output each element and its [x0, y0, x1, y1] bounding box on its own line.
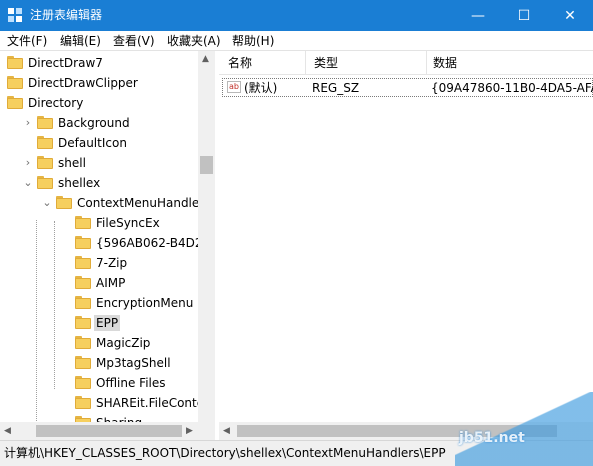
tree-item-label: EPP: [94, 315, 121, 331]
tree-horizontal-scroll-thumb[interactable]: [36, 425, 182, 437]
tree-item-label: Mp3tagShell: [96, 356, 171, 370]
tree-item[interactable]: Directory: [0, 93, 198, 113]
tree-vertical-scroll-thumb[interactable]: [200, 156, 213, 174]
minimize-button[interactable]: —: [455, 0, 501, 31]
menu-view[interactable]: 查看(V): [113, 33, 155, 49]
folder-icon: [7, 96, 23, 109]
folder-icon: [75, 396, 91, 409]
folder-icon: [7, 56, 23, 69]
registry-key-tree[interactable]: DirectDraw7 DirectDrawClipper Directory › Ba…: [0, 51, 215, 440]
folder-icon: [75, 276, 91, 289]
tree-item-label: DefaultIcon: [58, 136, 127, 150]
folder-icon: [75, 316, 91, 329]
tree-item-label: {596AB062-B4D2-42: [96, 236, 215, 250]
window-title: 注册表编辑器: [30, 8, 103, 22]
string-value-icon: ab: [227, 81, 241, 93]
tree-connector-line: [36, 220, 37, 425]
folder-icon: [37, 136, 53, 149]
column-data[interactable]: 数据: [433, 56, 457, 70]
tree-item-label: DirectDraw7: [28, 56, 103, 70]
tree-item-label: shellex: [58, 176, 101, 190]
tree-item-label: Directory: [28, 96, 84, 110]
watermark-text: jb51.net: [459, 430, 525, 446]
menu-help[interactable]: 帮助(H): [232, 33, 274, 49]
tree-item-label: AIMP: [96, 276, 126, 290]
tree-item[interactable]: DefaultIcon: [0, 133, 198, 153]
chevron-right-icon[interactable]: ›: [23, 156, 33, 170]
value-row[interactable]: ab (默认) REG_SZ {09A47860-11B0-4DA5-AFA: [222, 78, 593, 97]
column-divider[interactable]: [426, 51, 427, 75]
value-type: REG_SZ: [312, 81, 360, 95]
column-divider[interactable]: [305, 51, 306, 75]
tree-item[interactable]: SHAREit.FileContextM: [0, 393, 214, 413]
registry-editor-icon: [8, 8, 22, 22]
current-key-path: 计算机\HKEY_CLASSES_ROOT\Directory\shellex\…: [4, 446, 446, 460]
folder-icon: [7, 76, 23, 89]
values-pane[interactable]: 名称 类型 数据 ab (默认) REG_SZ {09A47860-11B0-4…: [219, 51, 593, 440]
folder-icon: [75, 356, 91, 369]
tree-item-label: Background: [58, 116, 130, 130]
tree-item[interactable]: {596AB062-B4D2-42: [0, 233, 214, 253]
folder-icon: [56, 196, 72, 209]
tree-item[interactable]: › shell: [0, 153, 198, 173]
tree-item[interactable]: FileSyncEx: [0, 213, 198, 233]
folder-icon: [37, 116, 53, 129]
menu-edit[interactable]: 编辑(E): [60, 33, 101, 49]
tree-item[interactable]: DirectDraw7: [0, 53, 198, 73]
scroll-right-icon[interactable]: ▶: [186, 426, 193, 436]
tree-connector-line: [54, 221, 55, 389]
chevron-down-icon[interactable]: ⌄: [23, 176, 33, 190]
tree-item[interactable]: AIMP: [0, 273, 198, 293]
maximize-icon: ☐: [517, 7, 531, 24]
minimize-icon: —: [471, 7, 485, 24]
tree-item-label: ContextMenuHandlers: [77, 196, 211, 210]
tree-item[interactable]: DirectDrawClipper: [0, 73, 198, 93]
tree-item[interactable]: MagicZip: [0, 333, 198, 353]
tree-item-label: DirectDrawClipper: [28, 76, 138, 90]
tree-item[interactable]: ⌄ shellex: [0, 173, 198, 193]
value-name: (默认): [244, 81, 278, 95]
menu-file[interactable]: 文件(F): [7, 33, 47, 49]
folder-icon: [37, 176, 53, 189]
tree-item[interactable]: › Background: [0, 113, 198, 133]
menu-bar: 文件(F) 编辑(E) 查看(V) 收藏夹(A) 帮助(H): [0, 31, 593, 51]
chevron-down-icon[interactable]: ⌄: [42, 196, 52, 210]
tree-item[interactable]: ⌄ ContextMenuHandlers: [0, 193, 210, 213]
tree-item[interactable]: Mp3tagShell: [0, 353, 198, 373]
folder-icon: [75, 376, 91, 389]
folder-icon: [37, 156, 53, 169]
close-button[interactable]: ✕: [547, 0, 593, 31]
value-data: {09A47860-11B0-4DA5-AFA: [431, 81, 593, 95]
folder-icon: [75, 336, 91, 349]
tree-horizontal-scrollbar[interactable]: ◀ ▶: [0, 422, 215, 440]
tree-item-label: EncryptionMenu: [96, 296, 194, 310]
tree-item-label: SHAREit.FileContextM: [96, 396, 215, 410]
tree-item[interactable]: 7-Zip: [0, 253, 198, 273]
scroll-left-icon[interactable]: ◀: [4, 426, 11, 436]
maximize-button[interactable]: ☐: [501, 0, 547, 31]
menu-favorites[interactable]: 收藏夹(A): [167, 33, 221, 49]
tree-item[interactable]: EPP: [0, 313, 198, 333]
folder-icon: [75, 256, 91, 269]
tree-vertical-scrollbar[interactable]: ▲: [198, 51, 215, 422]
folder-icon: [75, 216, 91, 229]
tree-item[interactable]: Offline Files: [0, 373, 198, 393]
scroll-left-icon[interactable]: ◀: [223, 426, 230, 436]
tree-item-label: 7-Zip: [96, 256, 128, 270]
folder-icon: [75, 236, 91, 249]
tree-item-label: shell: [58, 156, 86, 170]
column-type[interactable]: 类型: [314, 56, 338, 70]
watermark-corner: [455, 392, 593, 466]
close-icon: ✕: [564, 7, 576, 24]
scroll-up-icon[interactable]: ▲: [202, 54, 209, 64]
column-header: 名称 类型 数据: [219, 51, 593, 75]
title-bar: 注册表编辑器 — ☐ ✕: [0, 0, 593, 31]
column-name[interactable]: 名称: [228, 56, 252, 70]
folder-icon: [75, 296, 91, 309]
tree-item-label: FileSyncEx: [96, 216, 160, 230]
tree-item-label: Offline Files: [96, 376, 166, 390]
tree-item-label: MagicZip: [96, 336, 151, 350]
chevron-right-icon[interactable]: ›: [23, 116, 33, 130]
tree-item[interactable]: EncryptionMenu: [0, 293, 198, 313]
